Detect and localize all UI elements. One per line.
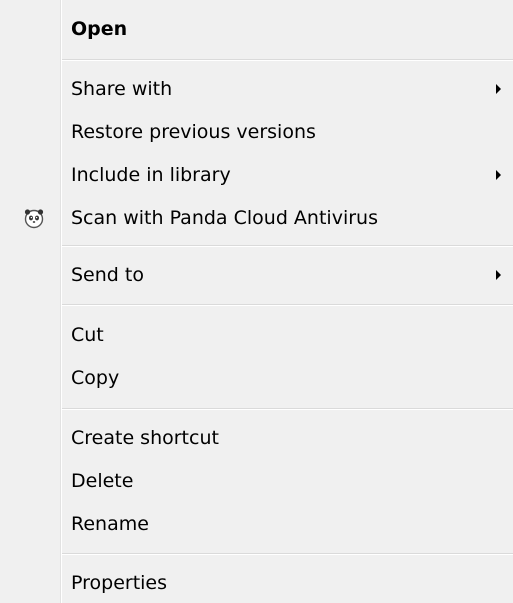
menu-item-include-in-library[interactable]: Include in library (0, 154, 513, 196)
menu-item-rename[interactable]: Rename (0, 503, 513, 545)
menu-separator (62, 245, 513, 247)
menu-item-label: Create shortcut (71, 427, 219, 449)
menu-separator (62, 59, 513, 61)
menu-item-label: Properties (71, 572, 168, 594)
menu-item-label: Rename (71, 513, 149, 535)
menu-item-label: Share with (71, 78, 173, 100)
context-menu: Open Share with Restore previous version… (0, 0, 513, 603)
menu-item-label: Restore previous versions (71, 121, 316, 143)
menu-item-label: Copy (71, 367, 120, 389)
submenu-arrow-icon (496, 170, 501, 180)
menu-item-open[interactable]: Open (0, 8, 513, 50)
menu-item-label: Delete (71, 470, 134, 492)
menu-item-label: Cut (71, 324, 104, 346)
menu-separator (62, 408, 513, 410)
menu-item-restore-previous-versions[interactable]: Restore previous versions (0, 111, 513, 153)
menu-item-properties[interactable]: Properties (0, 562, 513, 603)
menu-item-create-shortcut[interactable]: Create shortcut (0, 417, 513, 459)
menu-item-label: Scan with Panda Cloud Antivirus (71, 207, 378, 229)
menu-item-scan-with-panda[interactable]: Scan with Panda Cloud Antivirus (0, 197, 513, 239)
menu-item-share-with[interactable]: Share with (0, 68, 513, 110)
menu-item-send-to[interactable]: Send to (0, 254, 513, 296)
menu-item-label: Send to (71, 264, 144, 286)
panda-icon (24, 209, 44, 229)
menu-item-cut[interactable]: Cut (0, 314, 513, 356)
menu-item-copy[interactable]: Copy (0, 357, 513, 399)
menu-separator (62, 553, 513, 555)
submenu-arrow-icon (496, 270, 501, 280)
menu-item-delete[interactable]: Delete (0, 460, 513, 502)
menu-item-label: Open (71, 18, 128, 40)
submenu-arrow-icon (496, 84, 501, 94)
menu-item-label: Include in library (71, 164, 231, 186)
menu-separator (62, 304, 513, 306)
